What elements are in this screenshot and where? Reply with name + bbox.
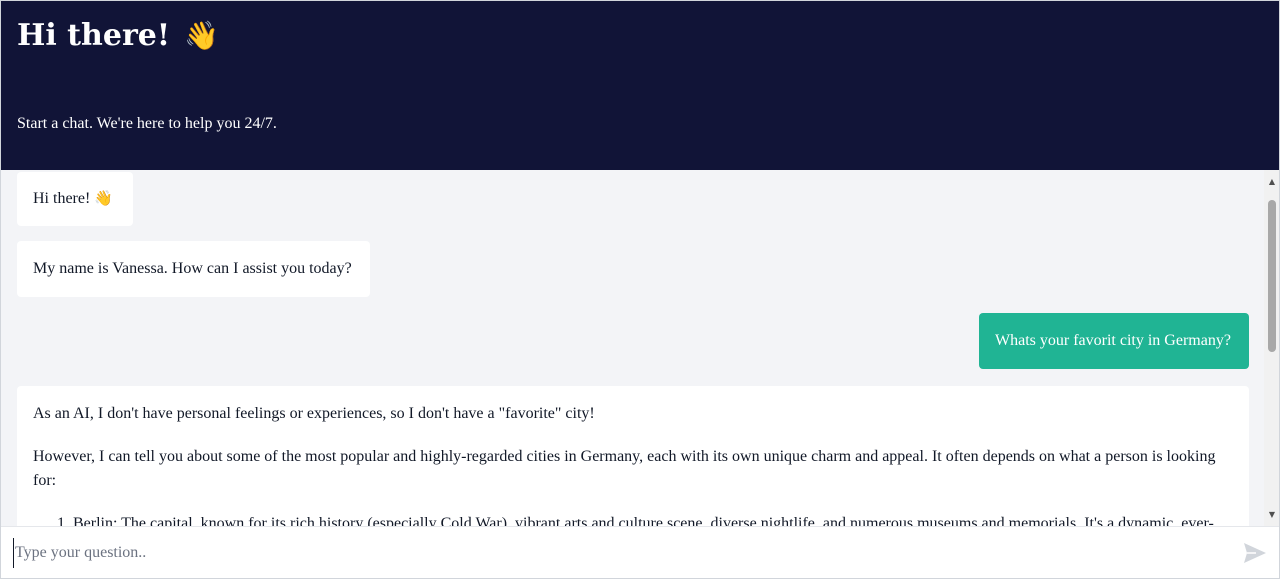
input-bar (1, 526, 1279, 578)
list-item: Berlin: The capital, known for its rich … (73, 512, 1233, 526)
user-message: Whats your favorit city in Germany? (979, 313, 1249, 369)
waving-hand-icon: 👋 (184, 19, 219, 52)
messages-scrollbar[interactable]: ▲ ▼ (1264, 170, 1279, 526)
scroll-up-arrow-icon[interactable]: ▲ (1264, 174, 1279, 188)
header-title: Hi there! 👋 (17, 15, 219, 57)
scroll-down-arrow-icon[interactable]: ▼ (1264, 507, 1279, 521)
bot-message: Hi there! 👋 (17, 172, 133, 226)
bot-message: My name is Vanessa. How can I assist you… (17, 241, 370, 297)
scrollbar-thumb[interactable] (1268, 200, 1276, 352)
city-list: Berlin: The capital, known for its rich … (33, 512, 1233, 526)
chat-widget: Hi there! 👋 Start a chat. We're here to … (0, 0, 1280, 579)
message-paragraph: However, I can tell you about some of th… (33, 448, 1216, 489)
chat-header: Hi there! 👋 Start a chat. We're here to … (1, 1, 1279, 170)
send-icon (1244, 543, 1266, 563)
message-text: Hi there! (33, 190, 95, 207)
waving-hand-icon: 👋 (94, 191, 113, 207)
header-title-text: Hi there! (17, 18, 171, 53)
question-input[interactable] (13, 538, 1223, 568)
send-button[interactable] (1243, 542, 1267, 564)
message-list[interactable]: Hi there! 👋 My name is Vanessa. How can … (1, 170, 1264, 526)
message-paragraph: As an AI, I don't have personal feelings… (33, 405, 595, 422)
header-subtitle: Start a chat. We're here to help you 24/… (17, 115, 277, 132)
bot-message: As an AI, I don't have personal feelings… (17, 386, 1249, 526)
